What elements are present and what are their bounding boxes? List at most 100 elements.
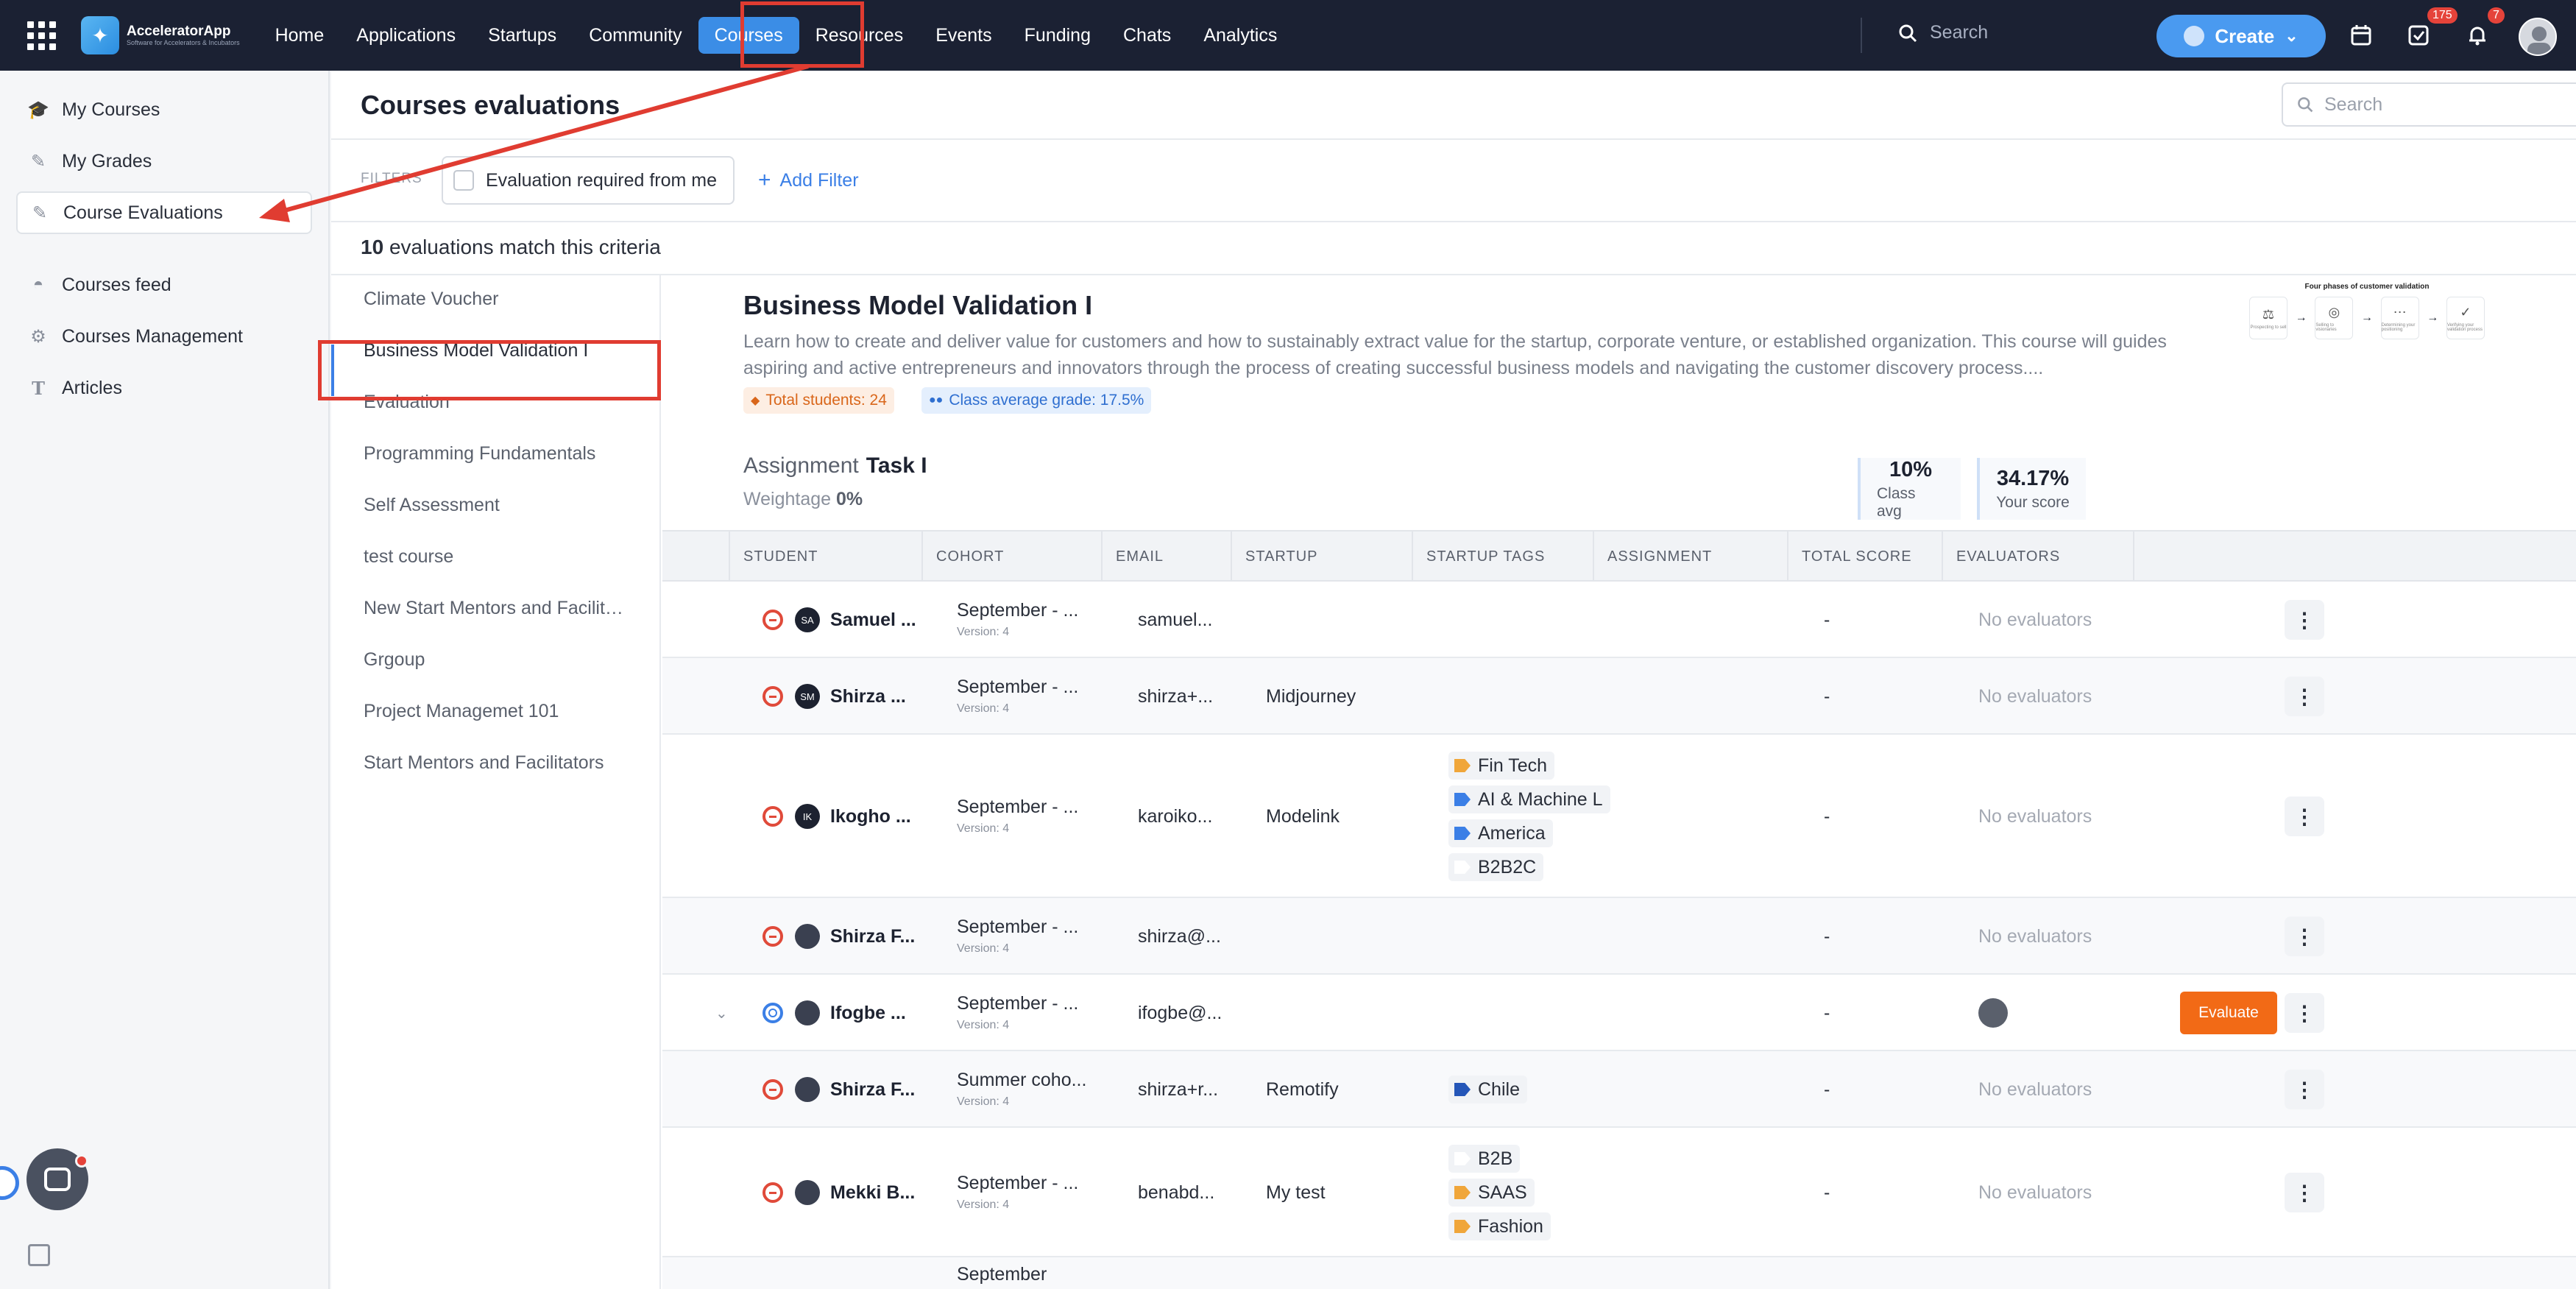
course-list-item[interactable]: Programming Fundamentals (364, 443, 629, 465)
cohort-version: Version: 4 (957, 942, 1010, 955)
courses-search-input[interactable]: Search (2282, 82, 2576, 127)
thumbnail-step: ⚖ Prospecting to sell (2249, 297, 2287, 339)
filter-evaluation-required[interactable]: Evaluation required from me (442, 156, 735, 205)
table-row[interactable]: ⌄ Ifogbe ... September - ... Version: 4 ifog… (662, 975, 2576, 1051)
column-header[interactable]: STUDENT (729, 532, 921, 582)
table-row[interactable]: September (662, 1257, 2576, 1289)
column-header[interactable]: ASSIGNMENT (1593, 532, 1787, 582)
student-name[interactable]: Shirza F... (830, 926, 915, 947)
column-header[interactable]: COHORT (921, 532, 1101, 582)
sidebar-item-label: My Courses (62, 99, 160, 120)
calendar-icon[interactable] (2346, 21, 2376, 50)
nav-item-home[interactable]: Home (259, 17, 341, 54)
row-more-options-icon[interactable]: ⋮ (2285, 600, 2324, 640)
cohort-name: September (957, 1264, 1047, 1285)
startup-name[interactable]: Midjourney (1266, 686, 1356, 707)
arrow-icon: → (2295, 311, 2307, 324)
course-list-item[interactable]: Grgoup (364, 649, 629, 671)
student-name[interactable]: Ikogho ... (830, 806, 911, 827)
search-icon (1899, 24, 1917, 42)
evaluators-cell: No evaluators (1978, 926, 2092, 947)
startup-name[interactable]: Remotify (1266, 1079, 1339, 1101)
table-row[interactable]: SM Shirza ... September - ... Version: 4 shi… (662, 658, 2576, 735)
thumbnail-step: ✓ Verifying your validation process (2446, 297, 2485, 339)
sidebar-item-my-grades[interactable]: ✎ My Grades (16, 140, 312, 183)
student-name[interactable]: Ifogbe ... (830, 1003, 906, 1024)
startup-tag-label: AI & Machine L (1478, 788, 1603, 810)
course-list-item[interactable]: test course (364, 546, 629, 568)
startup-tag-label: Fashion (1478, 1215, 1543, 1237)
nav-item-applications[interactable]: Applications (340, 17, 472, 54)
pending-status-icon (762, 1003, 783, 1023)
startup-name[interactable]: My test (1266, 1182, 1326, 1204)
course-list-item[interactable]: Start Mentors and Facilitators (364, 752, 629, 774)
student-name[interactable]: Shirza ... (830, 686, 906, 707)
row-more-options-icon[interactable]: ⋮ (2285, 917, 2324, 956)
row-more-options-icon[interactable]: ⋮ (2285, 677, 2324, 716)
tag-icon (1454, 1186, 1471, 1199)
courses-sidebar: 🎓 My Courses ✎ My Grades ✎ Course Evalua… (0, 71, 330, 1289)
column-header[interactable]: STARTUP (1231, 532, 1412, 582)
column-header[interactable]: TOTAL SCORE (1787, 532, 1942, 582)
course-list: Climate Voucher Business Model Validation… (331, 275, 661, 1289)
startup-tag: Fashion (1448, 1212, 1551, 1240)
header-divider (331, 138, 2576, 140)
row-more-options-icon[interactable]: ⋮ (2285, 1173, 2324, 1212)
course-thumbnail[interactable]: Four phases of customer validation ⚖ Pros… (2242, 283, 2492, 378)
column-header[interactable]: EVALUATORS (1942, 532, 2133, 582)
cohort-cell: September - ... Version: 4 (957, 1172, 1078, 1216)
nav-item-startups[interactable]: Startups (472, 17, 573, 54)
user-avatar[interactable] (2519, 18, 2557, 56)
table-row[interactable]: Shirza F... September - ... Version: 4 shir… (662, 898, 2576, 975)
table-row[interactable]: Shirza F... Summer coho... Version: 4 shirz… (662, 1051, 2576, 1128)
student-name[interactable]: Samuel ... (830, 610, 916, 631)
startup-name[interactable]: Modelink (1266, 806, 1340, 827)
create-button[interactable]: Create ⌄ (2156, 15, 2326, 57)
course-list-item[interactable]: Project Managemet 101 (364, 701, 629, 722)
column-header[interactable]: STARTUP TAGS (1412, 532, 1593, 582)
chevron-down-icon: ⌄ (2285, 27, 2299, 45)
row-more-options-icon[interactable]: ⋮ (2285, 1070, 2324, 1109)
course-list-item[interactable]: Self Assessment (364, 495, 629, 516)
expand-row-chevron-icon[interactable]: ⌄ (715, 1004, 728, 1023)
sidebar-item-articles[interactable]: T Articles (16, 367, 312, 409)
student-name[interactable]: Mekki B... (830, 1182, 915, 1204)
nav-item-chats[interactable]: Chats (1107, 17, 1187, 54)
nav-item-events[interactable]: Events (919, 17, 1008, 54)
global-search[interactable]: Search (1897, 22, 1988, 43)
app-logo[interactable]: ✦ AcceleratorApp Software for Accelerato… (81, 16, 240, 54)
student-email: karoiko... (1138, 806, 1213, 827)
row-more-options-icon[interactable]: ⋮ (2285, 993, 2324, 1033)
table-row[interactable]: Mekki B... September - ... Version: 4 benab… (662, 1128, 2576, 1257)
row-more-options-icon[interactable]: ⋮ (2285, 797, 2324, 836)
sidebar-item-courses-management[interactable]: ⚙ Courses Management (16, 315, 312, 358)
course-list-item[interactable]: New Start Mentors and Facilitators (364, 598, 629, 619)
total-students-badge: ◆ Total students: 24 (743, 387, 894, 414)
table-row[interactable]: IK Ikogho ... September - ... Version: 4 kar… (662, 735, 2576, 898)
sidebar-item-courses-feed[interactable]: ◓ Courses feed (16, 264, 312, 306)
table-row[interactable]: SA Samuel ... September - ... Version: 4 sam… (662, 582, 2576, 658)
sidebar-item-course-evaluations[interactable]: ✎ Course Evaluations (16, 191, 312, 234)
evaluations-icon: ✎ (32, 202, 48, 223)
collapse-sidebar-icon[interactable] (28, 1244, 50, 1266)
nav-item-analytics[interactable]: Analytics (1187, 17, 1293, 54)
add-filter-button[interactable]: + Add Filter (758, 168, 859, 193)
course-list-item[interactable]: Climate Voucher (364, 289, 629, 310)
bell-icon[interactable] (2463, 21, 2492, 50)
filter-checkbox[interactable] (453, 170, 474, 191)
total-score: - (1824, 610, 1830, 630)
nav-item-funding[interactable]: Funding (1008, 17, 1107, 54)
student-name[interactable]: Shirza F... (830, 1079, 915, 1101)
cohort-name: September - ... (957, 1173, 1079, 1193)
course-detail: Business Model Validation I Learn how to… (662, 275, 2576, 1289)
course-description: Learn how to create and deliver value fo… (743, 331, 2167, 378)
column-header[interactable]: EMAIL (1101, 532, 1231, 582)
startup-tag: AI & Machine L (1448, 785, 1610, 813)
sidebar-item-my-courses[interactable]: 🎓 My Courses (16, 88, 312, 131)
apps-grid-icon[interactable] (26, 21, 56, 50)
evaluate-button[interactable]: Evaluate (2180, 992, 2277, 1034)
evaluator-avatar[interactable] (1978, 998, 2008, 1028)
tasks-icon[interactable] (2404, 21, 2433, 50)
cohort-cell: September - ... Version: 4 (957, 916, 1078, 960)
nav-item-community[interactable]: Community (573, 17, 698, 54)
